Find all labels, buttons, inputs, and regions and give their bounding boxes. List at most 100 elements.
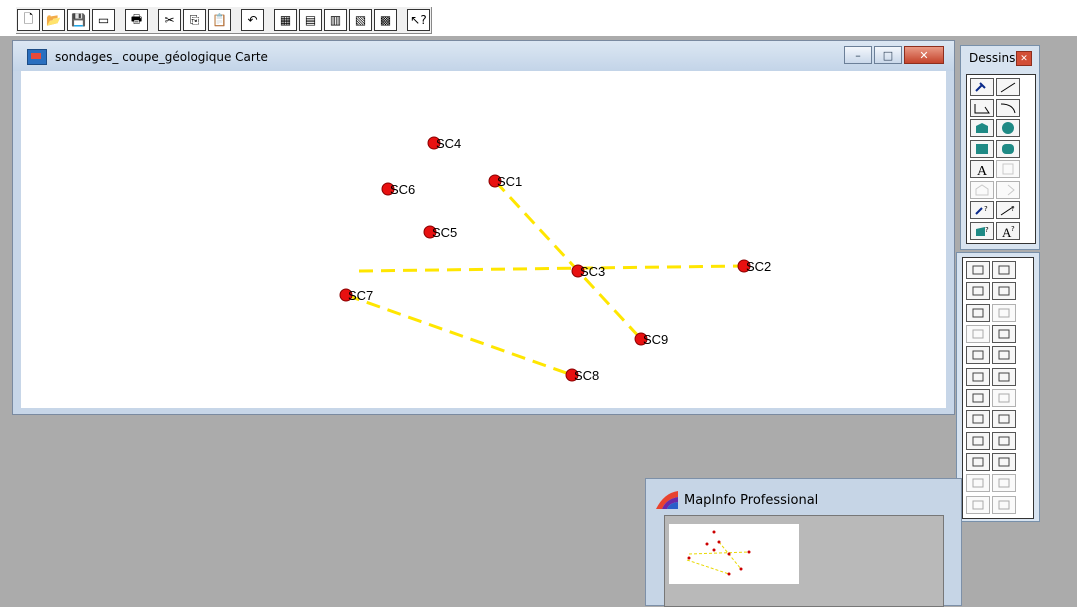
mapinfo-logo-icon xyxy=(656,491,678,509)
polygon-select-tool-icon xyxy=(998,286,1010,296)
toolbar-strip: 🗋 📂 💾 ▭ 🖶 ✂ ⎘ 📋 ↶ ▦ ▤ ▥ ▧ ▩ ↖? xyxy=(0,0,1077,36)
select-tool-icon xyxy=(972,265,984,275)
cut-button[interactable]: ✂ xyxy=(158,9,181,31)
taskbar-thumbnail[interactable]: MapInfo Professional xyxy=(645,478,962,607)
save-button[interactable]: 💾 xyxy=(67,9,90,31)
window-controls: – □ ✕ xyxy=(842,46,944,64)
thumbnail-preview xyxy=(664,515,944,607)
ruler-tool[interactable] xyxy=(992,431,1016,450)
map-titlebar[interactable]: sondages_ coupe_géologique Carte – □ ✕ xyxy=(13,41,954,71)
radius-select-tool-icon xyxy=(972,286,984,296)
svg-text:?: ? xyxy=(1011,225,1015,233)
boundary-select-tool[interactable] xyxy=(966,303,990,322)
print-button[interactable]: 🖶 xyxy=(125,9,148,31)
unselect-all-tool-icon xyxy=(998,308,1010,318)
graph-button[interactable]: ▥ xyxy=(324,9,347,31)
grabber-tool[interactable] xyxy=(992,367,1016,386)
drawing-palette-close-button[interactable]: ✕ xyxy=(1016,51,1032,66)
drawing-tools-grid: A??? A? xyxy=(966,74,1036,244)
text-tool[interactable]: A xyxy=(970,160,994,178)
section-line-sc7-sc8[interactable] xyxy=(345,293,573,377)
polygon-tool[interactable] xyxy=(970,119,994,137)
graph-select-tool-icon xyxy=(998,329,1010,339)
set-target-tool[interactable] xyxy=(992,474,1016,493)
map-svg[interactable]: SC4 SC1 SC6 SC5 SC3 SC2 SC7 SC9 SC8 xyxy=(21,71,946,408)
map-window-icon xyxy=(27,49,47,65)
region-tool[interactable] xyxy=(992,495,1016,514)
close-button[interactable]: ✕ xyxy=(904,46,944,64)
rectangle-tool-icon xyxy=(976,143,988,154)
svg-text:?: ? xyxy=(1011,205,1015,213)
borehole-label-sc4: SC4 xyxy=(436,136,461,151)
borehole-label-sc7: SC7 xyxy=(348,288,373,303)
standard-toolbar: 🗋 📂 💾 ▭ 🖶 ✂ ⎘ 📋 ↶ ▦ ▤ ▥ ▧ ▩ ↖? xyxy=(16,7,432,34)
ellipse-tool-icon xyxy=(1002,122,1014,134)
hotlink-tool[interactable] xyxy=(992,388,1016,407)
distance-tool[interactable] xyxy=(966,495,990,514)
clip-region-tool[interactable] xyxy=(966,474,990,493)
text-style-icon: A? xyxy=(1002,225,1015,238)
window-icon: ▭ xyxy=(97,13,110,27)
grabber-tool-icon xyxy=(998,372,1010,382)
select-tool[interactable] xyxy=(966,261,990,279)
graph-select-tool[interactable] xyxy=(992,324,1016,343)
section-line-west-sc2[interactable] xyxy=(358,264,745,273)
statistics-tool[interactable] xyxy=(992,452,1016,471)
borehole-label-sc1: SC1 xyxy=(497,174,522,189)
unselect-all-tool[interactable] xyxy=(992,303,1016,322)
layout-button[interactable]: ▧ xyxy=(349,9,372,31)
zoom-in-tool[interactable] xyxy=(966,346,990,365)
undo-button[interactable]: ↶ xyxy=(241,9,264,31)
label-tool[interactable] xyxy=(966,410,990,429)
line-tool-icon xyxy=(1000,82,1016,93)
frame-tool[interactable] xyxy=(996,160,1020,178)
map-window[interactable]: sondages_ coupe_géologique Carte – □ ✕ S… xyxy=(12,40,955,415)
ellipse-tool[interactable] xyxy=(996,119,1020,137)
copy-icon: ⎘ xyxy=(189,12,200,27)
symbol-tool[interactable] xyxy=(970,78,994,96)
label-tool-icon xyxy=(972,414,984,424)
section-line-sc1-sc9[interactable] xyxy=(493,179,643,341)
window-button[interactable]: ▭ xyxy=(92,9,115,31)
line-tool[interactable] xyxy=(996,78,1020,96)
map-canvas[interactable]: SC4 SC1 SC6 SC5 SC3 SC2 SC7 SC9 SC8 xyxy=(21,71,946,408)
polygon-select-tool[interactable] xyxy=(992,282,1016,301)
new-document-button[interactable]: 🗋 xyxy=(17,9,40,31)
text-style[interactable]: A? xyxy=(996,221,1020,240)
change-view-tool[interactable] xyxy=(966,367,990,386)
info-tool[interactable] xyxy=(966,388,990,407)
paste-button[interactable]: 📋 xyxy=(208,9,231,31)
invert-selection-tool[interactable] xyxy=(966,324,990,343)
copy-button[interactable]: ⎘ xyxy=(183,9,206,31)
polyline-tool-icon xyxy=(974,103,990,113)
rounded-rect-tool[interactable] xyxy=(996,139,1020,158)
reshape-tool[interactable] xyxy=(970,180,994,199)
line-style[interactable]: ? xyxy=(996,201,1020,219)
help-button[interactable]: ↖? xyxy=(407,9,430,31)
drag-window-tool[interactable] xyxy=(992,410,1016,429)
legend-tool-icon xyxy=(972,457,984,467)
symbol-style[interactable]: ? xyxy=(970,201,994,219)
zoom-out-tool[interactable] xyxy=(992,346,1016,365)
region-style[interactable]: ? xyxy=(970,221,994,240)
redistrict-button[interactable]: ▩ xyxy=(374,9,397,31)
browser-button[interactable]: ▦ xyxy=(274,9,297,31)
main-palette[interactable] xyxy=(956,252,1040,522)
marquee-select-tool[interactable] xyxy=(992,261,1016,279)
minimize-button[interactable]: – xyxy=(844,46,872,64)
radius-select-tool[interactable] xyxy=(966,282,990,301)
zoom-in-tool-icon xyxy=(972,350,984,360)
add-node-tool[interactable] xyxy=(996,180,1020,199)
maximize-button[interactable]: □ xyxy=(874,46,902,64)
rounded-rect-tool-icon xyxy=(1002,143,1014,154)
drawing-palette[interactable]: Dessins ✕ A??? A? xyxy=(960,45,1040,250)
layer-control-tool[interactable] xyxy=(966,431,990,450)
map-button[interactable]: ▤ xyxy=(299,9,322,31)
rectangle-tool[interactable] xyxy=(970,139,994,158)
open-button[interactable]: 📂 xyxy=(42,9,65,31)
polyline-tool[interactable] xyxy=(970,98,994,117)
marquee-select-tool-icon xyxy=(998,265,1010,275)
legend-tool[interactable] xyxy=(966,452,990,471)
statistics-tool-icon xyxy=(998,457,1010,467)
arc-tool[interactable] xyxy=(996,98,1020,117)
